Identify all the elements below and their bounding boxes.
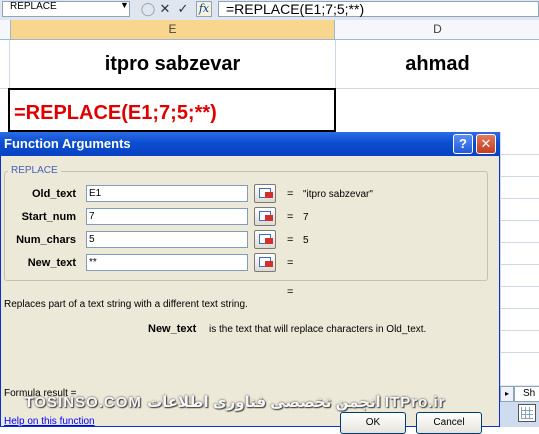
- num-chars-input[interactable]: 5: [86, 231, 248, 248]
- num-chars-equals: =: [287, 234, 294, 246]
- cell-d1[interactable]: ahmad: [336, 40, 539, 88]
- grid-line: [500, 286, 539, 287]
- formula-text: =REPLACE(E1;7;5;**): [226, 1, 365, 17]
- collapse-dialog-icon[interactable]: [254, 230, 276, 249]
- cell-e1[interactable]: itpro sabzevar: [10, 40, 335, 88]
- grid-line: [500, 308, 539, 309]
- normal-view-icon[interactable]: [518, 404, 536, 422]
- start-num-equals: =: [287, 211, 294, 223]
- grid-line: [500, 154, 539, 155]
- start-num-input[interactable]: 7: [86, 208, 248, 225]
- collapse-dialog-icon[interactable]: [254, 253, 276, 272]
- old-text-input[interactable]: E1: [86, 185, 248, 202]
- function-description: Replaces part of a text string with a di…: [4, 299, 248, 310]
- grid-line: [500, 220, 539, 221]
- num-chars-result: 5: [303, 235, 309, 246]
- start-num-label: Start_num: [21, 211, 76, 223]
- name-box-text: REPLACE: [10, 1, 57, 12]
- column-header-e[interactable]: E: [10, 20, 335, 39]
- enter-icon[interactable]: ✓: [175, 1, 191, 17]
- argument-help-name: New_text: [148, 323, 197, 335]
- collapse-dialog-icon[interactable]: [254, 207, 276, 226]
- function-result-equals: =: [287, 286, 294, 298]
- old-text-result: "itpro sabzevar": [303, 189, 373, 200]
- grid-line: [500, 264, 539, 265]
- function-name-label: REPLACE: [8, 165, 61, 176]
- watermark: TOSINSO.COM انجمن تخصصی فناوری اطلاعات I…: [24, 394, 446, 411]
- grid-line: [500, 198, 539, 199]
- old-text-equals: =: [287, 188, 294, 200]
- circle-icon: ◯: [140, 1, 156, 16]
- cell-e2-formula: =REPLACE(E1;7;5;**): [14, 102, 217, 124]
- collapse-dialog-icon[interactable]: [254, 184, 276, 203]
- dialog-title: Function Arguments: [4, 136, 131, 151]
- sheet-tab[interactable]: Sh: [514, 386, 539, 402]
- help-link[interactable]: Help on this function: [4, 416, 95, 427]
- num-chars-label: Num_chars: [16, 234, 76, 246]
- chevron-down-icon[interactable]: ▼: [120, 0, 129, 10]
- new-text-equals: =: [287, 257, 294, 269]
- cancel-button[interactable]: Cancel: [416, 412, 482, 434]
- new-text-input[interactable]: **: [86, 254, 248, 271]
- column-header-d[interactable]: D: [336, 20, 539, 39]
- tab-scroll-icon[interactable]: ▸: [500, 386, 514, 402]
- grid-line: [500, 132, 501, 386]
- grid-line: [500, 352, 539, 353]
- cancel-entry-icon[interactable]: ✕: [157, 1, 173, 17]
- grid-line: [500, 176, 539, 177]
- grid-line: [500, 330, 539, 331]
- close-button[interactable]: ✕: [476, 134, 496, 154]
- insert-function-icon[interactable]: fx: [196, 1, 212, 17]
- grid-line: [500, 242, 539, 243]
- argument-help-text: is the text that will replace characters…: [209, 324, 427, 335]
- help-button[interactable]: ?: [453, 134, 473, 154]
- ok-button[interactable]: OK: [340, 412, 406, 434]
- new-text-label: New_text: [27, 257, 76, 269]
- start-num-result: 7: [303, 212, 309, 223]
- old-text-label: Old_text: [31, 188, 76, 200]
